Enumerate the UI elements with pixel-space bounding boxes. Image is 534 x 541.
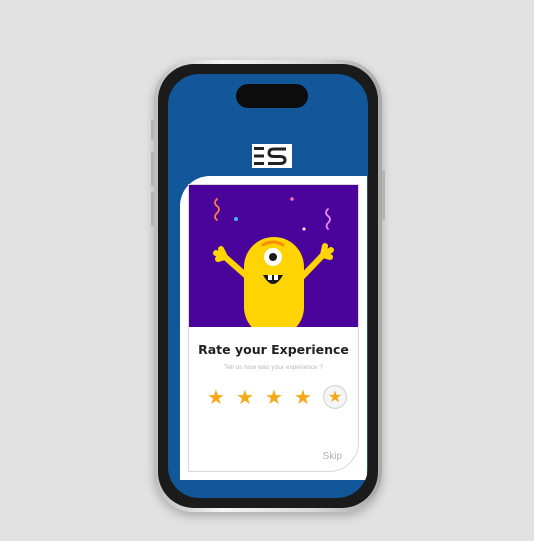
dynamic-island xyxy=(236,84,308,108)
star-icon-3[interactable]: ★ xyxy=(265,387,283,407)
star-icon-2[interactable]: ★ xyxy=(236,387,254,407)
rating-subtitle: Tell us how was your experience ? xyxy=(224,364,323,371)
rating-title: Rate your Experience xyxy=(198,342,349,357)
rating-card: Rate your Experience Tell us how was you… xyxy=(188,184,359,472)
star-icon-4[interactable]: ★ xyxy=(294,387,312,407)
phone-screen: Rate your Experience Tell us how was you… xyxy=(168,74,368,498)
volume-down-button xyxy=(151,192,154,226)
power-button xyxy=(382,170,385,220)
hero-illustration xyxy=(189,185,358,327)
star-icon-1[interactable]: ★ xyxy=(207,387,225,407)
phone-frame: Rate your Experience Tell us how was you… xyxy=(151,60,385,512)
star-icon-5[interactable]: ★ xyxy=(323,385,347,409)
mute-switch xyxy=(151,120,154,140)
phone-bezel: Rate your Experience Tell us how was you… xyxy=(158,64,378,508)
volume-up-button xyxy=(151,152,154,186)
es-logo-icon xyxy=(252,144,292,168)
skip-button[interactable]: Skip xyxy=(323,451,342,462)
star-rating[interactable]: ★ ★ ★ ★ ★ xyxy=(207,384,347,410)
